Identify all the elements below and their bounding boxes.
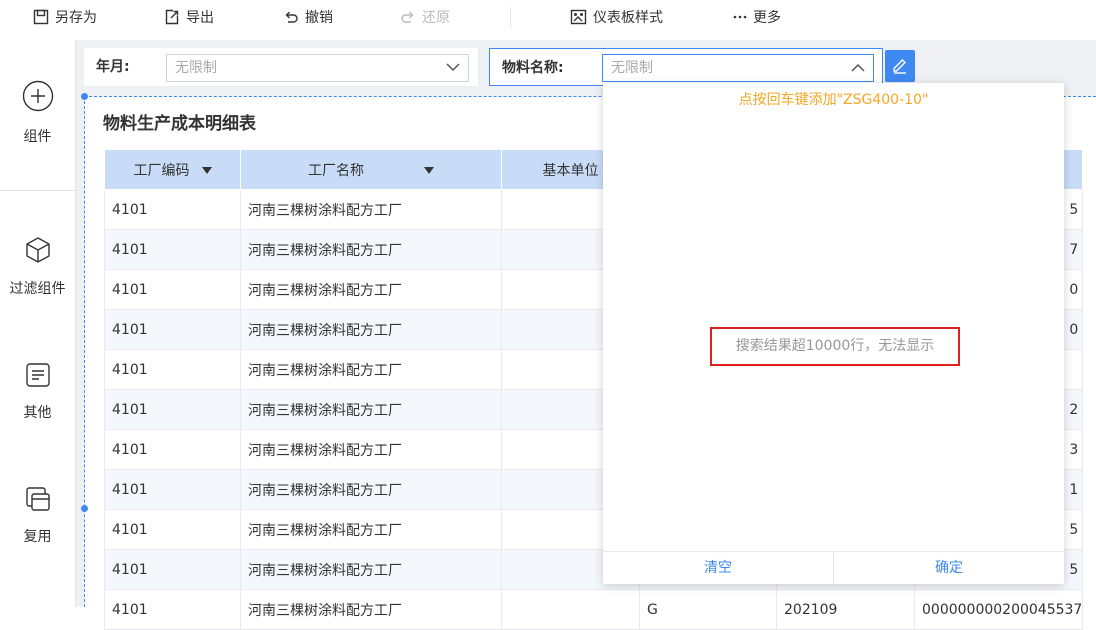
- column-header-label: 工厂名称: [308, 162, 364, 179]
- undo-button[interactable]: 撤销: [283, 0, 333, 34]
- factory-code-cell: 4101: [104, 189, 241, 230]
- edit-filter-button[interactable]: [885, 50, 915, 82]
- factory-name-cell: 河南三棵树涂料配方工厂: [240, 229, 502, 270]
- table-row: 4101 河南三棵树涂料配方工厂 G 202109 000000000200045537: [104, 589, 1084, 630]
- factory-name-cell: 河南三棵树涂料配方工厂: [240, 349, 502, 390]
- palette-icon: [570, 9, 587, 25]
- resize-handle[interactable]: [81, 505, 88, 512]
- factory-code-cell: 4101: [104, 509, 241, 550]
- column-header-label: 基本单位: [542, 162, 599, 179]
- unit-cell: G: [639, 589, 777, 630]
- sidebar-item-other[interactable]: 其他: [0, 362, 75, 422]
- column-header-factory-code[interactable]: 工厂编码: [104, 149, 241, 190]
- report-title: 物料生产成本明细表: [103, 114, 256, 134]
- save-as-label: 另存为: [55, 10, 97, 26]
- column-header-factory-name[interactable]: 工厂名称: [240, 149, 502, 190]
- sidebar: 组件 过滤组件 其他 复用: [0, 40, 76, 607]
- material-name-label: 物料名称:: [502, 60, 564, 76]
- factory-code-cell: 4101: [104, 389, 241, 430]
- export-icon: [165, 9, 179, 25]
- year-month-label: 年月:: [96, 59, 130, 75]
- toolbar-divider: [510, 7, 511, 27]
- export-button[interactable]: 导出: [164, 0, 214, 34]
- dashboard-style-button[interactable]: 仪表板样式: [570, 0, 663, 34]
- factory-name-cell: 河南三棵树涂料配方工厂: [240, 549, 502, 590]
- sort-dropdown-icon[interactable]: [424, 167, 434, 174]
- more-button[interactable]: 更多: [733, 0, 781, 34]
- factory-code-cell: 4101: [104, 429, 241, 470]
- material-dropdown-popup: 点按回车键添加"ZSG400-10" 搜索结果超10000行，无法显示 清空 确…: [603, 83, 1064, 584]
- confirm-button[interactable]: 确定: [834, 552, 1064, 584]
- sidebar-divider: [0, 190, 75, 191]
- factory-code-cell: 4101: [104, 549, 241, 590]
- period-cell: 202109: [776, 589, 915, 630]
- document-icon: [25, 363, 50, 387]
- factory-code-cell: 4101: [104, 309, 241, 350]
- factory-code-cell: 4101: [104, 229, 241, 270]
- redo-label: 还原: [422, 10, 450, 26]
- popup-footer: 清空 确定: [603, 551, 1064, 584]
- factory-code-cell: 4101: [104, 349, 241, 390]
- export-label: 导出: [186, 10, 214, 26]
- redo-button[interactable]: 还原: [400, 0, 450, 34]
- pencil-icon: [893, 59, 906, 74]
- year-month-value: 无限制: [175, 60, 217, 76]
- sidebar-item-label: 过滤组件: [9, 281, 66, 297]
- chevron-down-icon: [446, 63, 460, 72]
- factory-name-cell: 河南三棵树涂料配方工厂: [240, 389, 502, 430]
- add-hint-text: 点按回车键添加"ZSG400-10": [738, 92, 929, 108]
- factory-code-cell: 4101: [104, 269, 241, 310]
- undo-icon: [285, 11, 298, 23]
- factory-name-cell: 河南三棵树涂料配方工厂: [240, 269, 502, 310]
- factory-name-cell: 河南三棵树涂料配方工厂: [240, 509, 502, 550]
- sidebar-item-label: 其他: [23, 405, 52, 421]
- sidebar-item-label: 复用: [23, 529, 52, 545]
- clear-button[interactable]: 清空: [603, 552, 834, 584]
- save-icon: [33, 9, 49, 25]
- sort-dropdown-icon[interactable]: [201, 167, 212, 174]
- dashboard-style-label: 仪表板样式: [593, 10, 663, 26]
- material-code-cell: 000000000200045537: [913, 589, 1084, 630]
- more-label: 更多: [753, 10, 781, 26]
- year-month-select[interactable]: 无限制: [166, 54, 469, 82]
- factory-code-cell: 4101: [104, 589, 241, 630]
- cube-icon: [25, 237, 50, 263]
- sidebar-item-filter-components[interactable]: 过滤组件: [0, 236, 75, 298]
- undo-label: 撤销: [305, 10, 333, 26]
- plus-circle-icon: [22, 80, 53, 112]
- factory-name-cell: 河南三棵树涂料配方工厂: [240, 309, 502, 350]
- save-as-button[interactable]: 另存为: [33, 0, 97, 34]
- material-name-select[interactable]: 无限制: [602, 54, 874, 82]
- table-cell: [501, 589, 640, 630]
- material-name-value: 无限制: [611, 60, 653, 76]
- factory-code-cell: 4101: [104, 469, 241, 510]
- chevron-up-icon: [851, 63, 865, 72]
- sidebar-item-reuse[interactable]: 复用: [0, 486, 75, 546]
- reuse-icon: [25, 487, 50, 511]
- redo-icon: [401, 11, 414, 23]
- material-name-filter: 物料名称: 无限制: [489, 48, 883, 86]
- factory-name-cell: 河南三棵树涂料配方工厂: [240, 469, 502, 510]
- search-overflow-message: 搜索结果超10000行，无法显示: [710, 327, 960, 366]
- more-icon: [733, 15, 747, 19]
- factory-name-cell: 河南三棵树涂料配方工厂: [240, 429, 502, 470]
- sidebar-item-label: 组件: [23, 129, 52, 145]
- year-month-filter: 年月: 无限制: [84, 48, 478, 86]
- factory-name-cell: 河南三棵树涂料配方工厂: [240, 189, 502, 230]
- sidebar-item-components[interactable]: 组件: [0, 80, 75, 146]
- column-header-label: 工厂编码: [133, 162, 190, 179]
- resize-handle[interactable]: [81, 93, 88, 100]
- toolbar: 另存为 导出 撤销 还原 仪表板样式 更多: [0, 0, 1096, 36]
- factory-name-cell: 河南三棵树涂料配方工厂: [240, 589, 502, 630]
